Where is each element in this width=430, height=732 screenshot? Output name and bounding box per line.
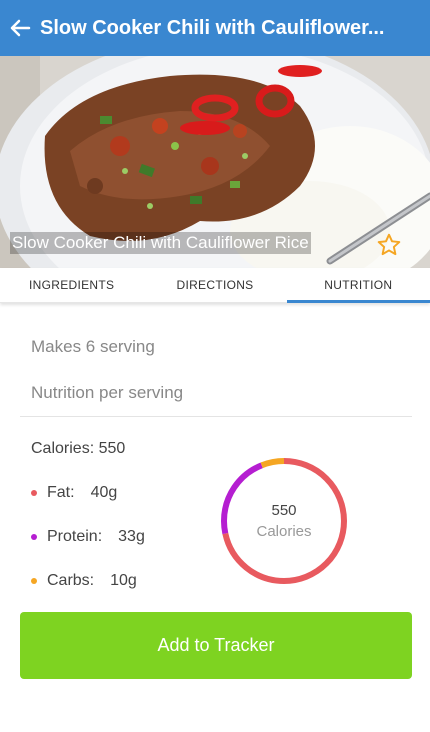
- servings-text: Makes 6 serving: [31, 337, 155, 356]
- macro-label: Carbs:: [47, 572, 95, 589]
- tab-nutrition[interactable]: NUTRITION: [286, 268, 430, 303]
- recipe-tabs: INGREDIENTS DIRECTIONS NUTRITION: [0, 268, 430, 303]
- macro-fat: Fat: 40g: [31, 484, 117, 502]
- macro-value: 33g: [118, 528, 145, 545]
- calories-text: Calories: 550: [31, 440, 126, 457]
- carbs-dot-icon: [31, 578, 37, 584]
- macro-value: 40g: [90, 484, 118, 501]
- macro-protein: Protein: 33g: [31, 528, 145, 546]
- recipe-hero-image: Slow Cooker Chili with Cauliflower Rice: [0, 56, 430, 268]
- macro-value: 10g: [110, 572, 137, 589]
- app-bar: Slow Cooker Chili with Cauliflower...: [0, 0, 430, 56]
- ring-calorie-label: Calories: [256, 523, 312, 540]
- page-title: Slow Cooker Chili with Cauliflower...: [40, 16, 385, 39]
- protein-dot-icon: [31, 534, 37, 540]
- macro-label: Protein:: [47, 528, 103, 545]
- tab-ingredients[interactable]: INGREDIENTS: [0, 268, 143, 302]
- tab-directions[interactable]: DIRECTIONS: [143, 268, 286, 302]
- macro-label: Fat:: [47, 484, 75, 501]
- nutrition-per-serving-text: Nutrition per serving: [31, 383, 184, 402]
- macro-carbs: Carbs: 10g: [31, 572, 137, 590]
- fat-dot-icon: [31, 490, 37, 496]
- add-to-tracker-button[interactable]: Add to Tracker: [20, 612, 412, 679]
- arrow-left-icon: [10, 19, 31, 37]
- star-outline-icon[interactable]: [376, 232, 402, 258]
- recipe-title-overlay: Slow Cooker Chili with Cauliflower Rice: [10, 232, 311, 254]
- back-button[interactable]: [0, 0, 40, 56]
- calorie-ring-chart: [221, 458, 347, 584]
- ring-calorie-value: 550: [271, 502, 297, 519]
- divider: [20, 416, 412, 417]
